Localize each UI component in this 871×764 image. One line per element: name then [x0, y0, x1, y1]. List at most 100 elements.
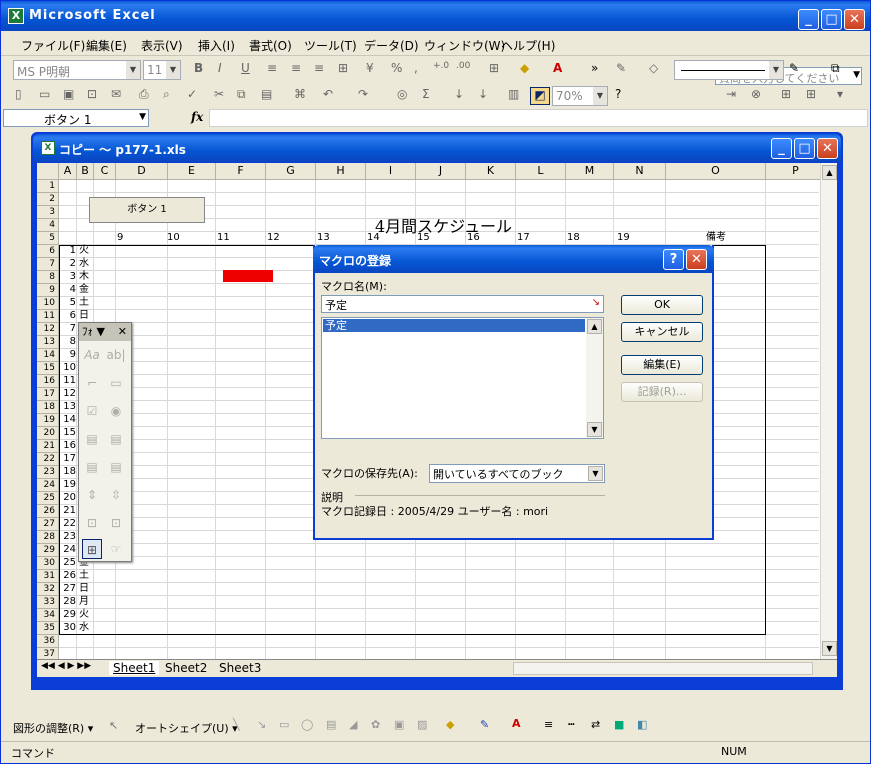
font-color-icon[interactable]: A	[553, 61, 562, 79]
print-icon[interactable]: ⎙	[139, 87, 149, 105]
column-header-f[interactable]: F	[216, 163, 266, 180]
horizontal-scrollbar[interactable]	[513, 662, 813, 675]
spinner-icon[interactable]: ⇳	[106, 485, 126, 505]
shadow-icon[interactable]: ■	[614, 718, 624, 731]
autosum-icon[interactable]: Σ	[422, 87, 430, 105]
row-header[interactable]: 19	[37, 414, 59, 427]
menu-window[interactable]: ウィンドウ(W)	[424, 37, 505, 54]
macro-list-item[interactable]: 予定	[323, 319, 585, 332]
row-header[interactable]: 20	[37, 427, 59, 440]
menu-edit[interactable]: 編集(E)	[86, 37, 127, 54]
minimize-button[interactable]: _	[798, 9, 819, 30]
button-icon[interactable]: ▭	[106, 373, 126, 393]
scroll-down-arrow-icon[interactable]: ▼	[822, 641, 837, 656]
toolbar-options-icon[interactable]: »	[591, 61, 598, 79]
arrow-icon[interactable]: ↘	[257, 718, 266, 731]
print-preview-icon[interactable]: ⌕	[163, 87, 170, 105]
select-all-corner[interactable]	[37, 163, 59, 180]
font-name-combo[interactable]: MS P明朝 ▼	[13, 60, 141, 80]
row-header[interactable]: 18	[37, 401, 59, 414]
row-header[interactable]: 2	[37, 193, 59, 206]
draw-menu-button[interactable]: 図形の調整(R) ▾	[13, 720, 93, 736]
group-box-icon[interactable]: ⌐	[82, 373, 102, 393]
column-header-j[interactable]: J	[416, 163, 466, 180]
scroll-up-arrow-icon[interactable]: ▲	[822, 165, 837, 180]
combo-box-icon[interactable]: ▤	[106, 429, 126, 449]
picture-icon[interactable]: ▨	[417, 718, 427, 731]
wordart-icon[interactable]: ◢	[349, 718, 357, 731]
sort-asc-icon[interactable]: ↓	[454, 87, 464, 105]
currency-icon[interactable]: ¥	[366, 61, 374, 79]
row-header[interactable]: 37	[37, 648, 59, 659]
edit-button[interactable]: 編集(E)	[621, 355, 703, 375]
column-header-c[interactable]: C	[94, 163, 116, 180]
borders-icon[interactable]: ⊞	[489, 61, 499, 79]
row-header[interactable]: 22	[37, 453, 59, 466]
column-header-l[interactable]: L	[516, 163, 566, 180]
vertical-scrollbar[interactable]: ▲ ▼	[820, 163, 837, 659]
workbook-close-button[interactable]: ✕	[817, 138, 838, 159]
checkbox-icon[interactable]: ☑	[82, 401, 102, 421]
border-draw-icon[interactable]: ⧉	[831, 61, 840, 79]
workbook-restore-button[interactable]: □	[794, 138, 815, 159]
textbox-icon[interactable]: ▤	[326, 718, 336, 731]
name-box[interactable]: ボタン 1 ▼	[3, 109, 149, 127]
menu-view[interactable]: 表示(V)	[141, 37, 183, 54]
line-style-combo[interactable]: ▼	[674, 60, 784, 80]
row-header[interactable]: 6	[37, 245, 59, 258]
hyperlink-icon[interactable]: ◎	[397, 87, 407, 105]
menu-insert[interactable]: 挿入(I)	[198, 37, 235, 54]
column-header-b[interactable]: B	[77, 163, 94, 180]
formula-input[interactable]	[209, 109, 868, 127]
line-color-icon[interactable]: ✎	[789, 61, 799, 79]
radio-icon[interactable]: ◉	[106, 401, 126, 421]
align-center-icon[interactable]: ≡	[291, 61, 301, 79]
workbook-minimize-button[interactable]: _	[771, 138, 792, 159]
combo-drop-icon[interactable]: ▤	[106, 457, 126, 477]
edit-box-icon[interactable]: ab|	[106, 345, 126, 365]
row-header[interactable]: 23	[37, 466, 59, 479]
toggle-grid-icon[interactable]: ⊞	[82, 539, 102, 559]
row-header[interactable]: 33	[37, 596, 59, 609]
collapse-dialog-icon[interactable]: ↘	[592, 297, 600, 308]
row-header[interactable]: 34	[37, 609, 59, 622]
macro-list-scrollbar[interactable]: ▲ ▼	[586, 318, 603, 438]
row-header[interactable]: 11	[37, 310, 59, 323]
3d-icon[interactable]: ◧	[637, 718, 647, 731]
row-header[interactable]: 5	[37, 232, 59, 245]
store-location-select[interactable]: 開いているすべてのブック ▼	[429, 464, 605, 483]
row-header[interactable]: 21	[37, 440, 59, 453]
row-header[interactable]: 16	[37, 375, 59, 388]
percent-icon[interactable]: %	[391, 61, 402, 79]
row-header[interactable]: 1	[37, 180, 59, 193]
dialog-close-button[interactable]: ✕	[686, 249, 707, 270]
menu-format[interactable]: 書式(O)	[249, 37, 292, 54]
font-color-icon[interactable]: A	[512, 717, 521, 730]
align-right-icon[interactable]: ≡	[314, 61, 324, 79]
drawing-toggle-icon[interactable]: ◩	[530, 87, 550, 105]
cut-icon[interactable]: ✂	[214, 87, 224, 105]
format-painter-icon[interactable]: ⌘	[294, 87, 306, 105]
oval-icon[interactable]: ◯	[301, 718, 313, 731]
control-properties-icon[interactable]: ⊡	[82, 513, 102, 533]
row-header[interactable]: 7	[37, 258, 59, 271]
fx-icon[interactable]: fx	[191, 110, 203, 124]
row-header[interactable]: 36	[37, 635, 59, 648]
pen-icon[interactable]: ✎	[616, 61, 626, 79]
macro-list[interactable]: 予定 ▲ ▼	[321, 317, 604, 439]
line-color-icon[interactable]: ✎	[480, 718, 489, 731]
row-header[interactable]: 27	[37, 518, 59, 531]
dash-style-icon[interactable]: ┅	[568, 718, 575, 731]
scroll-down-arrow-icon[interactable]: ▼	[587, 422, 602, 437]
comma-icon[interactable]: ,	[414, 61, 418, 79]
column-header-n[interactable]: N	[614, 163, 666, 180]
row-header[interactable]: 24	[37, 479, 59, 492]
row-header[interactable]: 32	[37, 583, 59, 596]
column-header-e[interactable]: E	[168, 163, 216, 180]
font-size-combo[interactable]: 11 ▼	[143, 60, 181, 80]
copy-icon[interactable]: ⧉	[237, 87, 246, 105]
save-icon[interactable]: ▣	[63, 87, 74, 105]
review-icon[interactable]: ⇥	[726, 87, 736, 105]
row-header[interactable]: 13	[37, 336, 59, 349]
clipart-icon[interactable]: ▣	[394, 718, 404, 731]
